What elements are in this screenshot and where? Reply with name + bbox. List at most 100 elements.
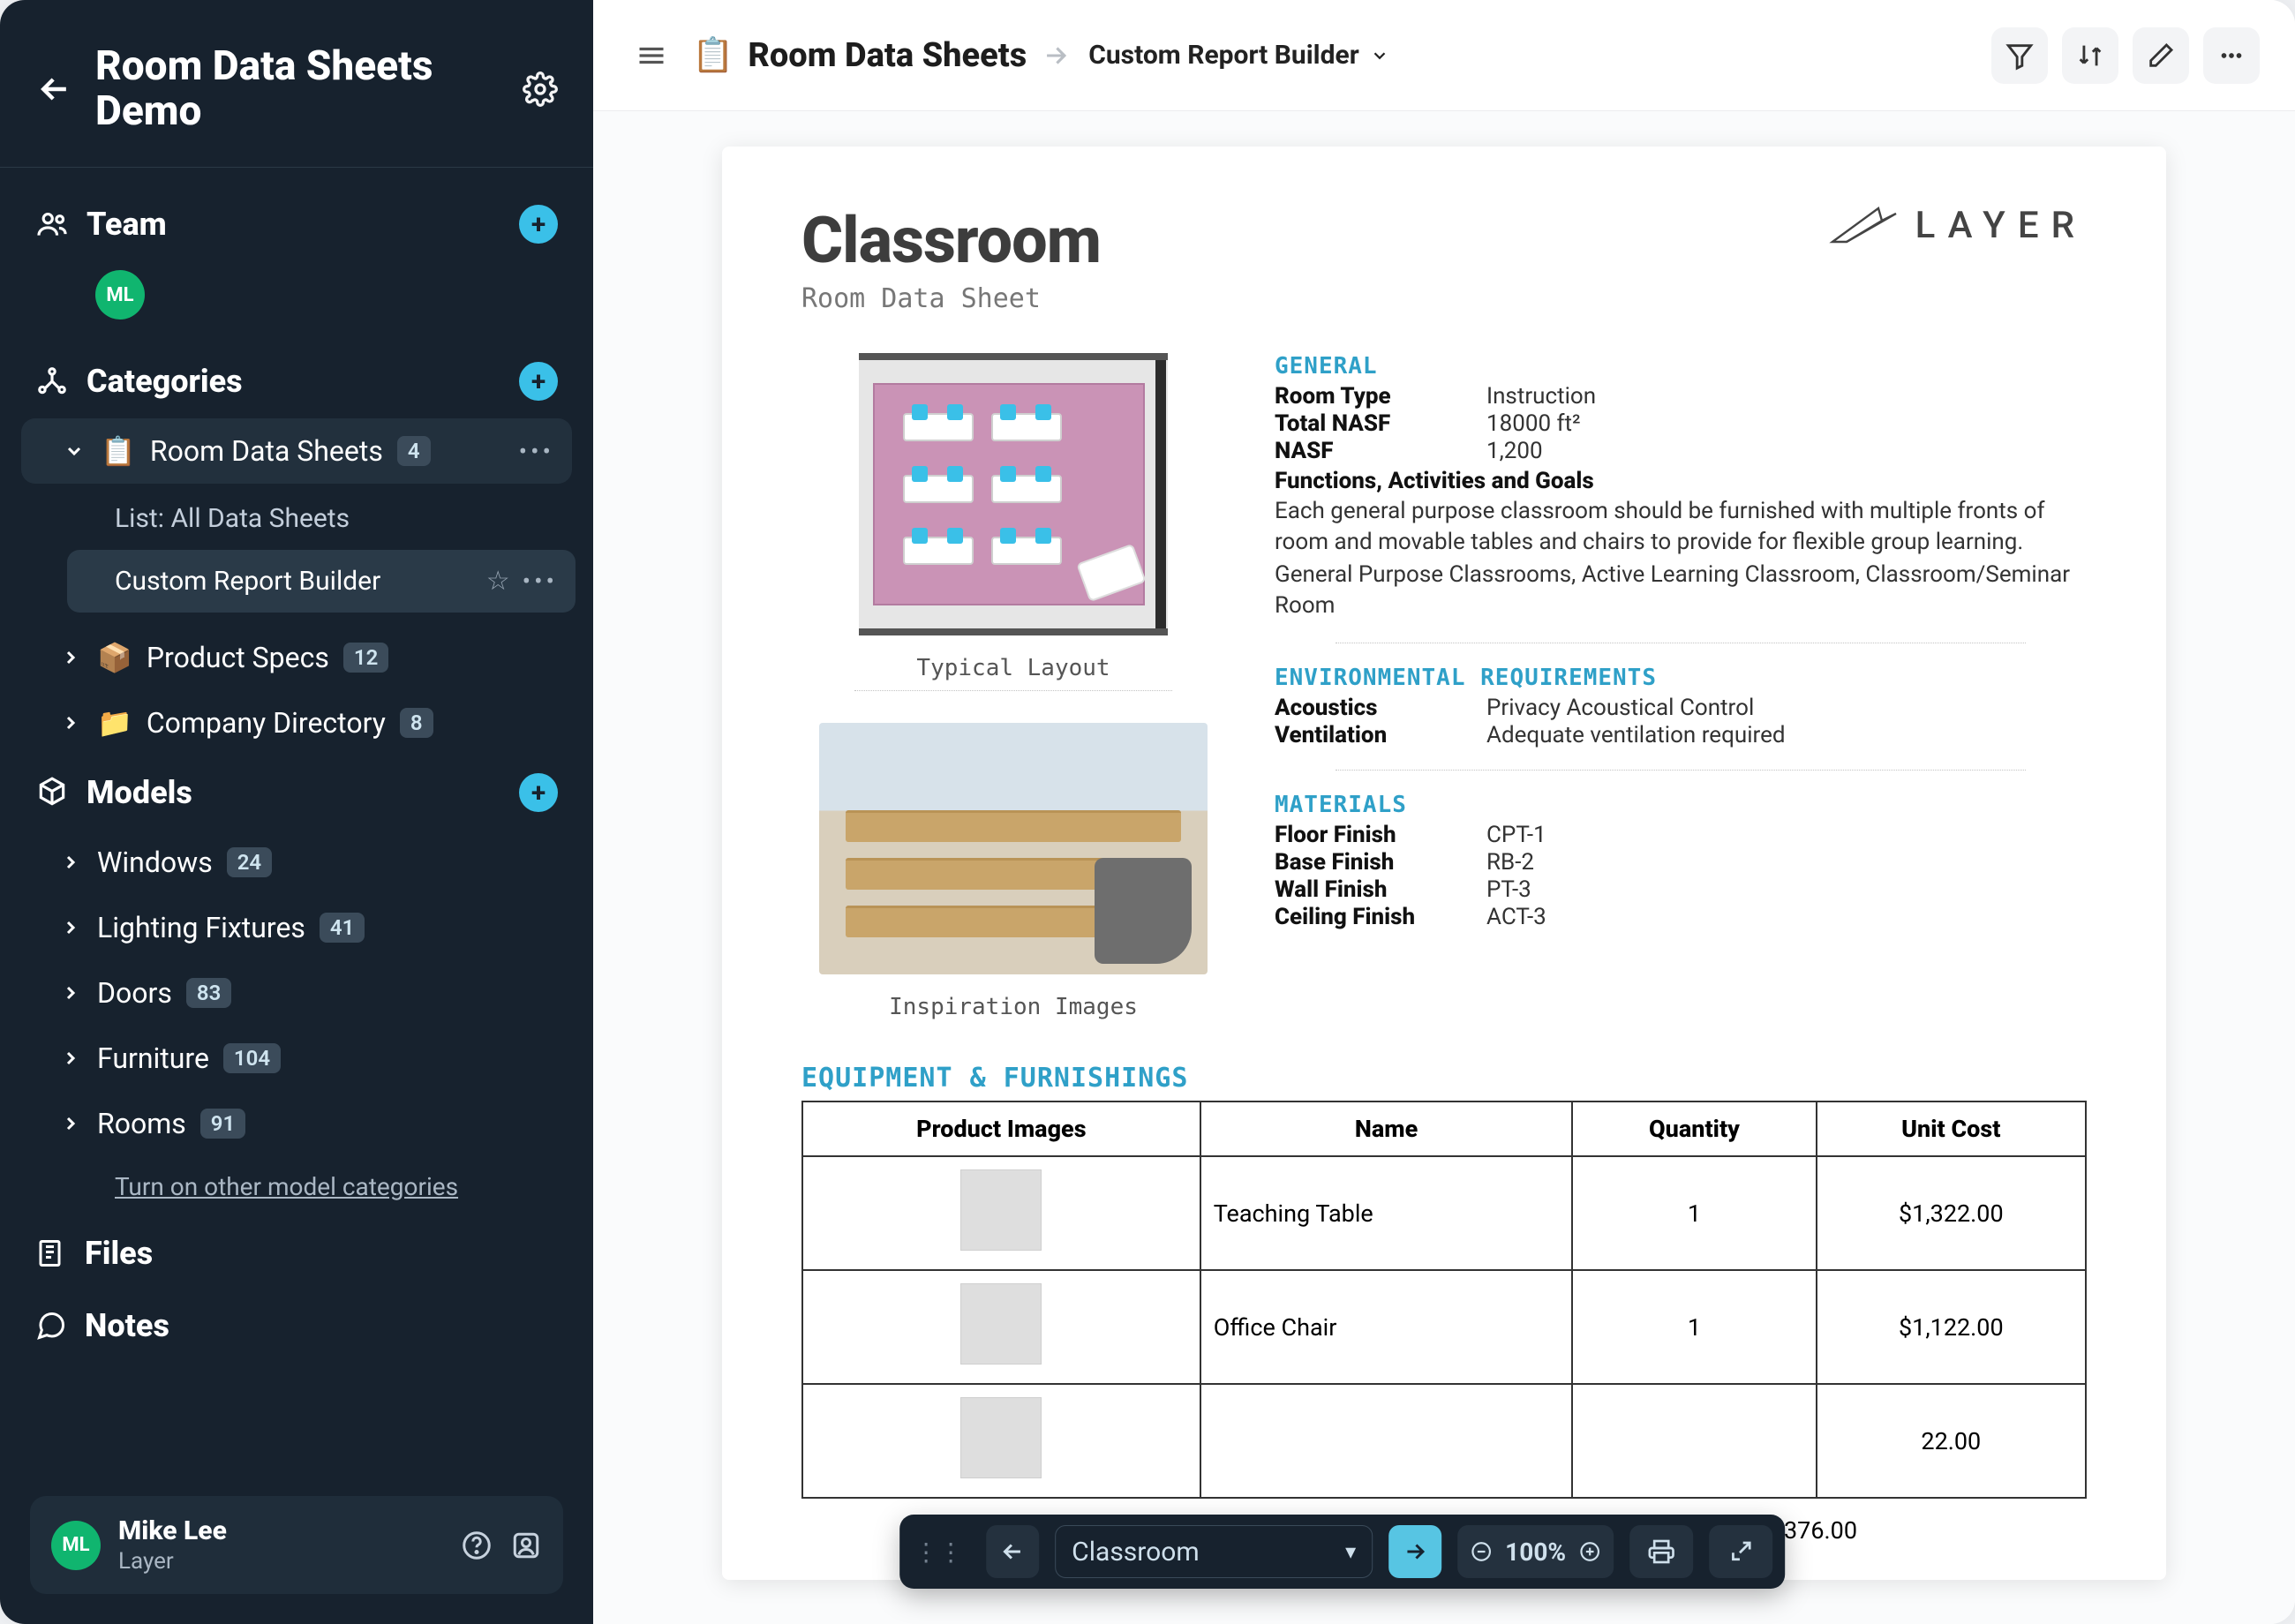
avatar[interactable]: ML [95, 270, 145, 320]
user-name: Mike Lee [118, 1515, 227, 1546]
table-header: Unit Cost [1817, 1101, 2086, 1156]
clipboard-icon: 📋 [101, 434, 136, 468]
expand-button[interactable] [1709, 1525, 1772, 1578]
team-label: Team [87, 206, 501, 243]
chevron-down-icon[interactable] [1370, 46, 1389, 65]
section-title-equipment: EQUIPMENT & FURNISHINGS [801, 1063, 2087, 1094]
more-icon[interactable]: ••• [523, 567, 558, 596]
model-label: Furniture [97, 1041, 209, 1075]
team-icon [35, 207, 69, 241]
inspiration-image [819, 723, 1208, 974]
help-icon[interactable] [461, 1530, 493, 1561]
text-paragraph: General Purpose Classrooms, Active Learn… [1275, 560, 2087, 621]
cell-cost: $1,322.00 [1817, 1156, 2086, 1270]
models-label: Models [87, 774, 501, 811]
enable-models-link[interactable]: Turn on other model categories [18, 1156, 576, 1217]
category-company-directory[interactable]: 📁 Company Directory 8 [18, 690, 576, 756]
user-card[interactable]: ML Mike Lee Layer [30, 1496, 563, 1594]
model-label: Doors [97, 976, 172, 1010]
category-sub-custom-report-builder[interactable]: Custom Report Builder ☆ ••• [67, 550, 576, 613]
product-thumbnail [960, 1169, 1042, 1251]
drag-handle-icon[interactable]: ⋮⋮ [912, 1538, 970, 1567]
section-title-general: GENERAL [1275, 353, 2087, 380]
settings-gear-icon[interactable] [523, 71, 558, 107]
category-room-data-sheets[interactable]: 📋 Room Data Sheets 4 ••• [21, 418, 572, 484]
report-page: Classroom Room Data Sheet LAYER [722, 147, 2166, 1580]
profile-icon[interactable] [510, 1530, 542, 1561]
sort-icon[interactable] [2062, 27, 2118, 84]
record-select[interactable]: Classroom ▾ [1055, 1525, 1373, 1578]
main: 📋 Room Data Sheets Custom Report Builder [593, 0, 2295, 1624]
field-room-type: Room Type [1275, 383, 1486, 410]
cell-name [1200, 1384, 1573, 1498]
chevron-right-icon [58, 852, 83, 873]
zoom-in-button[interactable] [1578, 1540, 1601, 1563]
add-category-button[interactable]: + [519, 362, 558, 401]
star-icon[interactable]: ☆ [486, 566, 510, 597]
count-badge: 8 [400, 708, 433, 738]
field-total-nasf: Total NASF [1275, 410, 1486, 437]
text-paragraph: Each general purpose classroom should be… [1275, 496, 2087, 558]
cell-qty: 1 [1572, 1270, 1816, 1384]
cell-qty: 1 [1572, 1156, 1816, 1270]
value-total-nasf: 18000 ft² [1486, 410, 1581, 437]
field-base-finish: Base Finish [1275, 849, 1486, 876]
model-doors[interactable]: Doors83 [18, 960, 576, 1026]
value-base-finish: RB-2 [1486, 849, 1534, 876]
print-button[interactable] [1629, 1525, 1693, 1578]
table-header: Name [1200, 1101, 1573, 1156]
filter-icon[interactable] [1991, 27, 2048, 84]
breadcrumb-current[interactable]: Custom Report Builder [1088, 40, 1358, 71]
model-rooms[interactable]: Rooms91 [18, 1091, 576, 1156]
value-room-type: Instruction [1486, 383, 1596, 410]
section-categories[interactable]: Categories + [18, 344, 576, 418]
category-product-specs[interactable]: 📦 Product Specs 12 [18, 625, 576, 690]
notes-icon [35, 1310, 67, 1342]
field-ceiling-finish: Ceiling Finish [1275, 904, 1486, 930]
layout-diagram [859, 353, 1168, 635]
value-nasf: 1,200 [1486, 438, 1543, 464]
prev-button[interactable] [986, 1525, 1039, 1578]
edit-icon[interactable] [2133, 27, 2189, 84]
sub-item-label: Custom Report Builder [115, 566, 380, 597]
zoom-control: 100% [1457, 1525, 1614, 1578]
field-acoustics: Acoustics [1275, 695, 1486, 721]
figure-caption: Inspiration Images [801, 994, 1225, 1020]
model-furniture[interactable]: Furniture104 [18, 1026, 576, 1091]
more-icon[interactable]: ••• [519, 437, 554, 466]
next-button[interactable] [1388, 1525, 1441, 1578]
section-title-materials: MATERIALS [1275, 792, 2087, 818]
add-team-button[interactable]: + [519, 205, 558, 244]
model-windows[interactable]: Windows24 [18, 830, 576, 895]
arrow-right-icon [1041, 41, 1071, 71]
cell-name: Teaching Table [1200, 1156, 1573, 1270]
breadcrumb-root[interactable]: Room Data Sheets [748, 36, 1027, 75]
category-sub-list-all[interactable]: List: All Data Sheets [67, 487, 576, 550]
section-team[interactable]: Team + [18, 187, 576, 261]
files-icon [35, 1237, 67, 1269]
add-model-button[interactable]: + [519, 773, 558, 812]
value-floor-finish: CPT-1 [1486, 822, 1546, 848]
model-lighting-fixtures[interactable]: Lighting Fixtures41 [18, 895, 576, 960]
more-icon[interactable] [2203, 27, 2260, 84]
table-row: 22.00 [802, 1384, 2086, 1498]
notes-label: Notes [85, 1307, 169, 1344]
box-icon: 📦 [97, 641, 132, 674]
back-arrow-icon[interactable] [35, 70, 74, 109]
menu-icon[interactable] [628, 33, 674, 79]
field-wall-finish: Wall Finish [1275, 876, 1486, 903]
user-org: Layer [118, 1548, 227, 1575]
brand-logo: LAYER [1829, 203, 2087, 247]
table-header: Product Images [802, 1101, 1200, 1156]
sidebar: Room Data Sheets Demo Team + ML [0, 0, 593, 1624]
section-models[interactable]: Models + [18, 756, 576, 830]
section-files[interactable]: Files [18, 1217, 576, 1289]
zoom-out-button[interactable] [1470, 1540, 1493, 1563]
chevron-right-icon [58, 917, 83, 938]
model-label: Lighting Fixtures [97, 911, 305, 944]
topbar: 📋 Room Data Sheets Custom Report Builder [593, 0, 2295, 111]
section-notes[interactable]: Notes [18, 1289, 576, 1362]
equipment-table: Product Images Name Quantity Unit Cost T… [801, 1101, 2087, 1499]
chevron-right-icon [58, 647, 83, 668]
sub-item-label: List: All Data Sheets [115, 503, 350, 534]
